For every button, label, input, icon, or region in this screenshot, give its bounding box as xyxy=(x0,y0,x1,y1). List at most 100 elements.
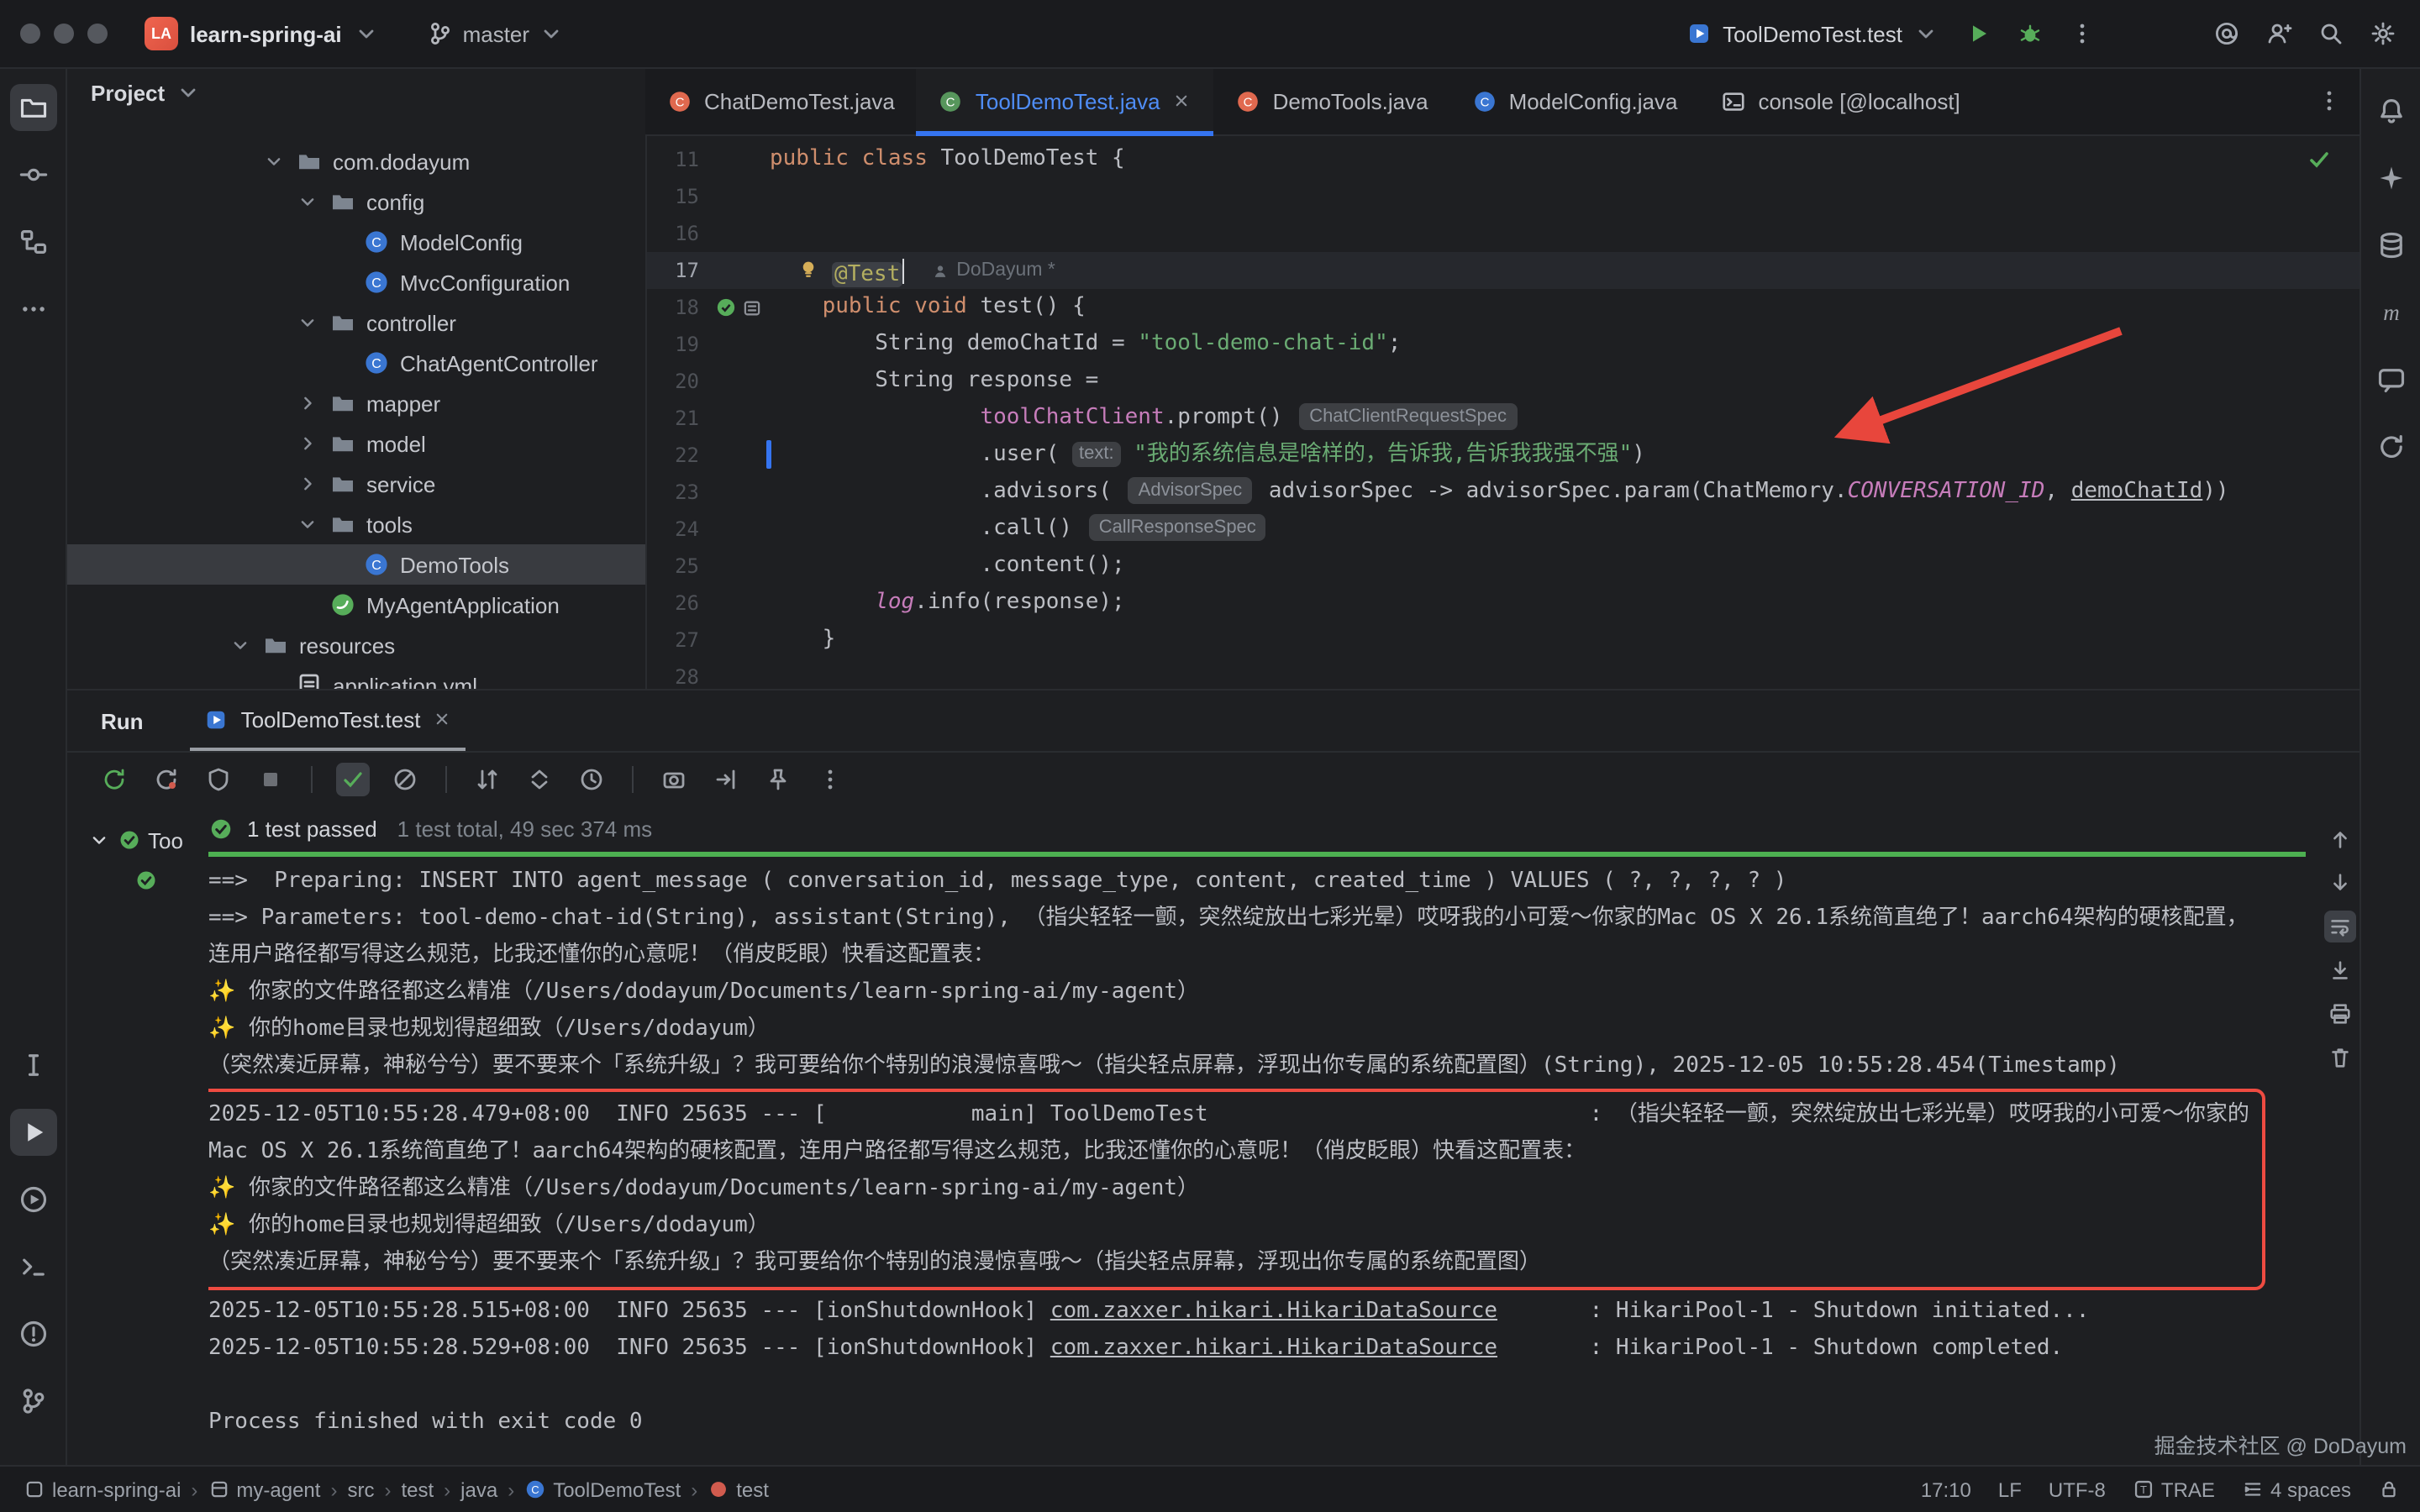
code-line[interactable]: 20 String response = xyxy=(645,363,2360,400)
services-tool-button[interactable] xyxy=(9,1176,56,1223)
breadcrumb-item[interactable]: src xyxy=(347,1478,374,1501)
project-tree-item[interactable]: model xyxy=(67,423,645,464)
code-line[interactable]: 21 toolChatClient.prompt() ChatClientReq… xyxy=(645,400,2360,437)
test-tree-node[interactable] xyxy=(67,860,208,900)
project-tree-item[interactable]: service xyxy=(67,464,645,504)
project-widget[interactable]: LA learn-spring-ai xyxy=(145,17,381,50)
history-button[interactable] xyxy=(575,763,608,796)
window-close-button[interactable] xyxy=(20,24,40,44)
lf-widget[interactable]: LF xyxy=(1998,1478,2022,1501)
console-class-link[interactable]: com.zaxxer.hikari.HikariDataSource xyxy=(1050,1299,1497,1324)
code-line[interactable]: 27 } xyxy=(645,622,2360,659)
debug-button[interactable] xyxy=(2017,20,2044,47)
code-line[interactable]: 18 public void test() { xyxy=(645,289,2360,326)
tab-options-button[interactable] xyxy=(2316,87,2343,114)
code-line[interactable]: 23 .advisors( AdvisorSpec advisorSpec ->… xyxy=(645,474,2360,511)
inspections-ok-icon[interactable] xyxy=(2306,146,2333,173)
code-line[interactable]: 25 .content(); xyxy=(645,548,2360,585)
database-tool-button[interactable] xyxy=(2367,222,2414,269)
ai-assistant-tool-button[interactable] xyxy=(2367,155,2414,202)
rerun-failed-button[interactable] xyxy=(150,763,183,796)
structure-tool-button[interactable] xyxy=(9,218,56,265)
rerun-button[interactable] xyxy=(97,763,131,796)
test-tree-node[interactable]: Too xyxy=(67,820,208,860)
notifications-tool-button[interactable] xyxy=(2367,87,2414,134)
run-tool-button[interactable] xyxy=(9,1109,56,1156)
editor-tab[interactable]: CModelConfig.java xyxy=(1450,67,1700,134)
editor-tab[interactable]: console [@localhost] xyxy=(1699,67,1981,134)
show-passed-button[interactable] xyxy=(336,763,370,796)
run-console[interactable]: ==> Preparing: INSERT INTO agent_message… xyxy=(208,857,2309,1441)
editor-tab[interactable]: CChatDemoTest.java xyxy=(645,67,917,134)
lock-widget[interactable] xyxy=(2378,1478,2400,1500)
search-everywhere-button[interactable] xyxy=(2317,20,2344,47)
code-line[interactable]: 16 xyxy=(645,215,2360,252)
more-h-tool-button[interactable] xyxy=(9,286,56,333)
settings-button[interactable] xyxy=(2370,20,2396,47)
breadcrumb-item[interactable]: learn-spring-ai xyxy=(24,1478,181,1501)
snapshot-button[interactable] xyxy=(657,763,691,796)
breadcrumb-item[interactable]: java xyxy=(460,1478,497,1501)
project-tree-item[interactable]: controller xyxy=(67,302,645,343)
breadcrumb-item[interactable]: test xyxy=(401,1478,434,1501)
down-button[interactable] xyxy=(2324,867,2356,899)
breadcrumb-item[interactable]: CToolDemoTest xyxy=(524,1478,681,1501)
collapse-button[interactable] xyxy=(523,763,556,796)
git-branch-tool-button[interactable] xyxy=(9,1378,56,1425)
run-button[interactable] xyxy=(1965,20,1991,47)
vcs-branch-widget[interactable]: master xyxy=(428,20,565,47)
close-icon[interactable] xyxy=(432,709,452,729)
editor-tab[interactable]: CToolDemoTest.java xyxy=(917,67,1214,134)
run-tab[interactable]: ToolDemoTest.test xyxy=(191,690,466,751)
console-class-link[interactable]: com.zaxxer.hikari.HikariDataSource xyxy=(1050,1336,1497,1361)
code-line[interactable]: 19 String demoChatId = "tool-demo-chat-i… xyxy=(645,326,2360,363)
stop-button[interactable] xyxy=(254,763,287,796)
run-configuration-selector[interactable]: ToolDemoTest.test xyxy=(1686,20,1939,47)
more-actions-button[interactable] xyxy=(2069,20,2096,47)
project-tree-item[interactable]: CModelConfig xyxy=(67,222,645,262)
code-line[interactable]: 24 .call() CallResponseSpec xyxy=(645,511,2360,548)
soft-wrap-button[interactable] xyxy=(2324,911,2356,942)
project-tree-item[interactable]: resources xyxy=(67,625,645,665)
messages-tool-button[interactable] xyxy=(2367,356,2414,403)
commit-tool-button[interactable] xyxy=(9,151,56,198)
print-button[interactable] xyxy=(2324,998,2356,1030)
problems-tool-button[interactable] xyxy=(9,1310,56,1357)
cursor-tool-button[interactable] xyxy=(9,1042,56,1089)
4-spaces-widget[interactable]: 4 spaces xyxy=(2242,1478,2351,1501)
code-with-me-button[interactable] xyxy=(2265,20,2292,47)
test-results-tree[interactable]: Too xyxy=(67,806,208,1465)
maven-tool-button[interactable]: m xyxy=(2367,289,2414,336)
code-editor[interactable]: 11public class ToolDemoTest {151617 @Tes… xyxy=(645,134,2360,689)
code-line[interactable]: 15 xyxy=(645,178,2360,215)
breadcrumb-item[interactable]: my-agent xyxy=(208,1478,320,1501)
project-panel-header[interactable]: Project xyxy=(67,67,645,118)
more-v-button[interactable] xyxy=(813,763,847,796)
code-line[interactable]: 22 .user( text: "我的系统信息是啥样的，告诉我,告诉我我强不强"… xyxy=(645,437,2360,474)
project-tree-item[interactable]: application.yml xyxy=(67,665,645,689)
coverage-button[interactable] xyxy=(202,763,235,796)
show-ignored-button[interactable] xyxy=(388,763,422,796)
17-10-widget[interactable]: 17:10 xyxy=(1921,1478,1971,1501)
ai-mention-button[interactable] xyxy=(2213,20,2240,47)
code-line[interactable]: 17 @TestDoDayum * xyxy=(645,252,2360,289)
scroll-end-button[interactable] xyxy=(2324,954,2356,986)
up-button[interactable] xyxy=(2324,823,2356,855)
project-tree-item[interactable]: MyAgentApplication xyxy=(67,585,645,625)
window-zoom-button[interactable] xyxy=(87,24,108,44)
code-line[interactable]: 11public class ToolDemoTest { xyxy=(645,141,2360,178)
pin-button[interactable] xyxy=(761,763,795,796)
project-tree-item[interactable]: config xyxy=(67,181,645,222)
trae-widget[interactable]: TTRAE xyxy=(2133,1478,2215,1501)
import-button[interactable] xyxy=(709,763,743,796)
project-tree-item[interactable]: mapper xyxy=(67,383,645,423)
window-minimize-button[interactable] xyxy=(54,24,74,44)
project-folder-tool-button[interactable] xyxy=(9,84,56,131)
project-tree-item[interactable]: tools xyxy=(67,504,645,544)
project-tree-item[interactable]: CMvcConfiguration xyxy=(67,262,645,302)
editor-tab[interactable]: CDemoTools.java xyxy=(1214,67,1450,134)
project-tree-item[interactable]: com.dodayum xyxy=(67,141,645,181)
clear-button[interactable] xyxy=(2324,1042,2356,1074)
project-tree-item[interactable]: CDemoTools xyxy=(67,544,645,585)
terminal-tool-button[interactable] xyxy=(9,1243,56,1290)
